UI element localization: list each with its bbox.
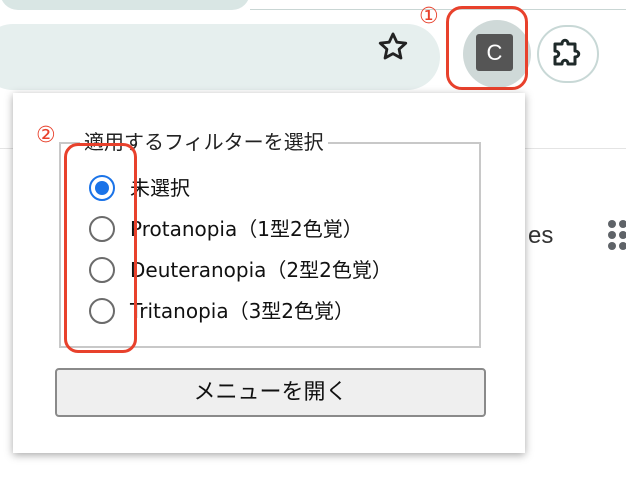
radio-label[interactable]: 未選択 <box>130 173 190 203</box>
tab-strip <box>0 0 626 10</box>
address-bar[interactable] <box>0 24 440 90</box>
annotation-marker-2: ② <box>36 123 56 148</box>
apps-grid-icon[interactable] <box>608 220 626 250</box>
open-menu-button[interactable]: メニューを開く <box>55 368 486 417</box>
radio-highlight-box <box>64 143 137 353</box>
extension-highlight-box <box>446 6 528 90</box>
radio-label[interactable]: Tritanopia（3型2色覚） <box>130 296 354 326</box>
bookmark-star-icon[interactable] <box>376 30 410 64</box>
page-partial-text: es <box>528 222 554 249</box>
annotation-marker-1: ① <box>419 4 439 29</box>
radio-label[interactable]: Protanopia（1型2色覚） <box>130 214 363 244</box>
puzzle-icon[interactable] <box>547 33 587 73</box>
active-tab[interactable] <box>0 0 250 10</box>
radio-label[interactable]: Deuteranopia（2型2色覚） <box>130 255 392 285</box>
